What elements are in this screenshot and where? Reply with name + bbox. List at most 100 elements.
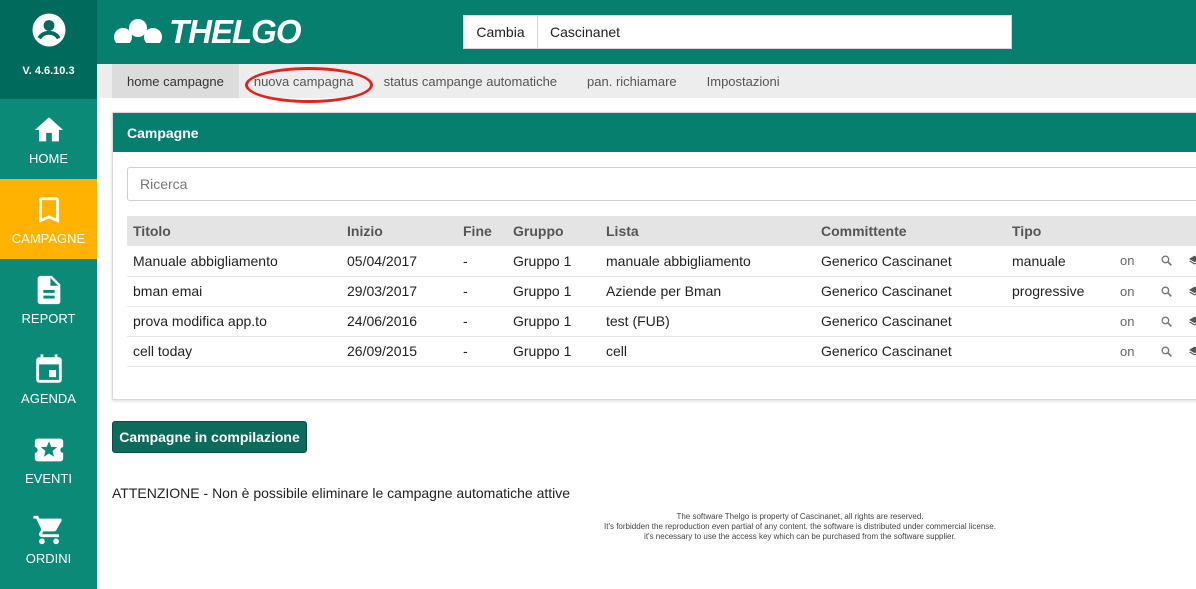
cell-committente: Generico Cascinanet [821,343,952,359]
cell-fine: - [463,313,468,329]
cell-committente: Generico Cascinanet [821,283,952,299]
cell-committente: Generico Cascinanet [821,252,952,269]
search-icon [1161,315,1172,327]
company-switcher: Cambia [463,15,1012,49]
cell-gruppo: Gruppo 1 [513,252,572,269]
search-icon [1161,285,1172,297]
sidebar-item-agenda[interactable]: AGENDA [0,339,97,419]
cambia-button[interactable]: Cambia [464,16,538,48]
ticket-icon [34,438,63,461]
layers-button[interactable] [1182,246,1196,276]
cell-inizio: 29/03/2017 [347,283,418,299]
cart-icon [32,515,62,544]
app-logo[interactable]: THELGO [111,13,301,50]
sidebar-item-eventi[interactable]: EVENTI [0,419,97,499]
cell-committente: Generico Cascinanet [821,313,952,329]
layers-icon [1189,346,1196,356]
status-toggle[interactable]: on [1116,336,1154,366]
campaigns-panel: Campagne Titolo Inizio Fine Gruppo Lista… [112,112,1196,400]
cell-titolo: Manuale abbigliamento [133,252,278,269]
top-header: THELGO Cambia [97,0,1196,64]
sidebar-item-label: HOME [29,150,68,166]
sidebar-item-ordini[interactable]: ORDINI [0,499,97,579]
col-gruppo[interactable]: Gruppo [507,216,600,246]
legal-line: it's necessary to use the access key whi… [644,532,956,541]
legal-notice: The software Thelgo is property of Casci… [500,512,1100,542]
cell-fine: - [463,252,468,269]
cell-lista: manuale abbigliamento [606,252,751,269]
sidebar-item-label: AGENDA [21,390,76,406]
layers-button[interactable] [1182,276,1196,306]
cell-fine: - [463,283,468,299]
table-row[interactable]: bman emai 29/03/2017 - Gruppo 1 Aziende … [127,276,1196,306]
sidebar-header: V. 4.6.10.3 [0,0,97,99]
sidebar-item-label: REPORT [21,310,76,326]
document-icon [37,275,60,304]
view-button[interactable] [1154,306,1182,336]
logo-icon [111,19,165,47]
sidebar-item-campagne[interactable]: CAMPAGNE [0,179,97,259]
layers-button[interactable] [1182,336,1196,366]
home-icon [34,116,63,141]
table-row[interactable]: Manuale abbigliamento 05/04/2017 - Grupp… [127,246,1196,276]
tab-nuova-campagna[interactable]: nuova campagna [239,64,369,98]
search-input[interactable] [127,167,1196,201]
status-toggle[interactable]: on [1116,246,1154,276]
layers-icon [1189,316,1196,326]
sidebar: V. 4.6.10.3 HOME CAMPAGNE REPORT AGENDA … [0,0,97,589]
search-icon [1161,345,1172,357]
cell-inizio: 24/06/2016 [347,313,418,329]
tab-status-campagne[interactable]: status campange automatiche [369,64,572,98]
campaign-tabs: home campagne nuova campagna status camp… [97,64,1196,103]
warning-text: ATTENZIONE - Non è possibile eliminare l… [112,485,571,501]
status-toggle[interactable]: on [1116,306,1154,336]
logo-text: THELGO [169,13,301,50]
layers-icon [1189,255,1196,265]
legal-line: The software Thelgo is property of Casci… [676,512,924,521]
cell-titolo: cell today [133,343,193,359]
status-toggle[interactable]: on [1116,276,1154,306]
tab-impostazioni[interactable]: Impostazioni [692,64,795,98]
view-button[interactable] [1154,336,1182,366]
cell-gruppo: Gruppo 1 [513,343,572,359]
panel-title: Campagne [113,113,1196,152]
company-input[interactable] [538,16,1011,48]
tab-pan-richiamare[interactable]: pan. richiamare [572,64,692,98]
col-committente[interactable]: Committente [815,216,1006,246]
cell-tipo: progressive [1012,283,1085,299]
layers-button[interactable] [1182,306,1196,336]
app-version: V. 4.6.10.3 [22,65,75,77]
cell-titolo: bman emai [133,283,203,299]
cell-inizio: 26/09/2015 [347,343,418,359]
search-icon [1161,255,1172,267]
col-inizio[interactable]: Inizio [341,216,457,246]
calendar-icon [35,353,62,383]
campaigns-table: Titolo Inizio Fine Gruppo Lista Committe… [127,216,1196,367]
sidebar-item-home[interactable]: HOME [0,99,97,179]
col-lista[interactable]: Lista [600,216,815,246]
cell-lista: cell [606,343,628,359]
col-tipo[interactable]: Tipo [1006,216,1116,246]
cell-gruppo: Gruppo 1 [513,283,572,299]
cell-gruppo: Gruppo 1 [513,313,572,329]
cell-tipo [1006,336,1116,366]
table-header-row: Titolo Inizio Fine Gruppo Lista Committe… [127,216,1196,246]
user-icon[interactable] [0,0,97,53]
cell-tipo [1006,306,1116,336]
tab-home-campagne[interactable]: home campagne [112,64,239,98]
sidebar-item-label: EVENTI [25,470,72,486]
view-button[interactable] [1154,276,1182,306]
cell-inizio: 05/04/2017 [347,252,418,269]
view-button[interactable] [1154,246,1182,276]
col-fine[interactable]: Fine [457,216,507,246]
table-row[interactable]: prova modifica app.to 24/06/2016 - Grupp… [127,306,1196,336]
campagne-in-compilazione-button[interactable]: Campagne in compilazione [112,421,307,453]
sidebar-item-report[interactable]: REPORT [0,259,97,339]
bookmark-icon [38,196,59,223]
cell-lista: Aziende per Bman [606,283,722,299]
col-titolo[interactable]: Titolo [127,216,341,246]
cell-lista: test (FUB) [606,313,670,329]
table-row[interactable]: cell today 26/09/2015 - Gruppo 1 cell Ge… [127,336,1196,366]
layers-icon [1189,286,1196,296]
sidebar-item-label: CAMPAGNE [11,230,86,246]
